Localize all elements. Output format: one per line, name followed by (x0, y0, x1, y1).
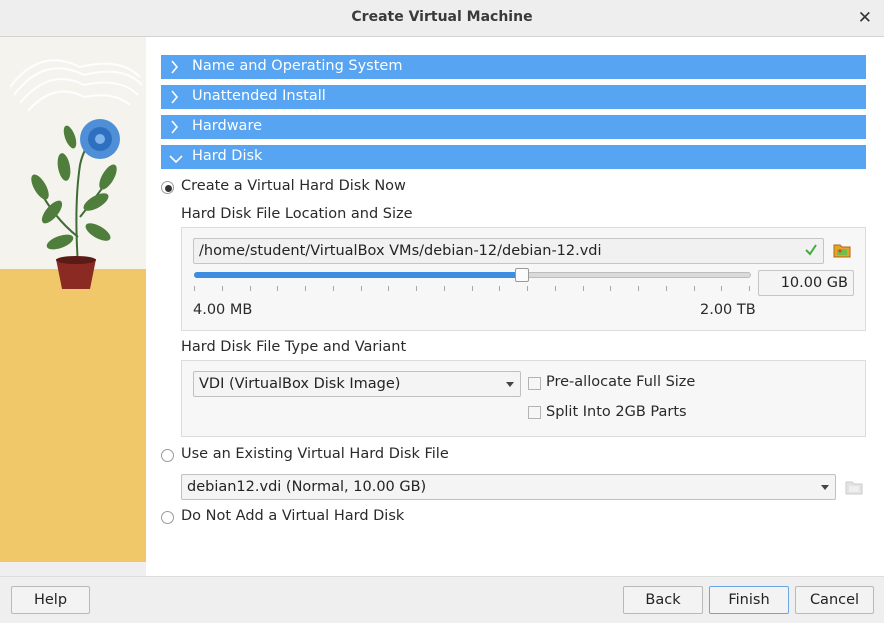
finish-button[interactable]: Finish (709, 586, 789, 614)
existing-disk-radio[interactable] (161, 449, 174, 462)
split-checkbox[interactable] (528, 406, 541, 419)
slider-tick (582, 286, 584, 291)
valid-check-icon (805, 243, 817, 261)
section-name-and-os[interactable]: Name and Operating System (161, 55, 866, 79)
existing-disk-select[interactable]: debian12.vdi (Normal, 10.00 GB) (181, 474, 836, 500)
section-label: Hard Disk (192, 148, 263, 164)
location-heading: Hard Disk File Location and Size (181, 206, 413, 222)
flower-pot-illustration (0, 37, 146, 562)
chevron-down-icon (169, 152, 183, 168)
slider-tick (277, 286, 279, 291)
slider-tick (665, 286, 667, 291)
slider-tick (610, 286, 612, 291)
split-label[interactable]: Split Into 2GB Parts (546, 404, 687, 420)
preallocate-checkbox[interactable] (528, 377, 541, 390)
slider-tick (221, 286, 223, 291)
slider-tick (749, 286, 750, 291)
slider-tick (499, 286, 501, 291)
slider-tick (360, 286, 362, 291)
chevron-right-icon (169, 60, 179, 78)
preallocate-label[interactable]: Pre-allocate Full Size (546, 374, 695, 390)
window-title: Create Virtual Machine (351, 9, 533, 25)
size-slider-ticks (194, 286, 751, 292)
slider-tick (721, 286, 723, 291)
slider-tick (305, 286, 306, 291)
chevron-right-icon (169, 90, 179, 108)
size-max-label: 2.00 TB (700, 302, 756, 318)
size-min-label: 4.00 MB (193, 302, 253, 318)
size-slider-fill (194, 272, 522, 278)
back-button[interactable]: Back (623, 586, 703, 614)
disk-type-select[interactable]: VDI (VirtualBox Disk Image) (193, 371, 521, 397)
slider-tick (471, 286, 473, 291)
title-bar: Create Virtual Machine ✕ (0, 0, 884, 37)
create-disk-label[interactable]: Create a Virtual Hard Disk Now (181, 178, 406, 194)
existing-disk-value: debian12.vdi (Normal, 10.00 GB) (187, 479, 427, 495)
close-icon[interactable]: ✕ (858, 8, 872, 28)
no-disk-label[interactable]: Do Not Add a Virtual Hard Disk (181, 508, 404, 524)
chevron-right-icon (169, 120, 179, 138)
section-label: Name and Operating System (192, 58, 403, 74)
slider-tick (194, 286, 195, 291)
slider-tick (638, 286, 639, 291)
slider-tick (249, 286, 251, 291)
existing-disk-label[interactable]: Use an Existing Virtual Hard Disk File (181, 446, 449, 462)
slider-tick (554, 286, 556, 291)
help-button[interactable]: Help (11, 586, 90, 614)
section-label: Unattended Install (192, 88, 326, 104)
type-heading: Hard Disk File Type and Variant (181, 339, 407, 355)
disk-path-value: /home/student/VirtualBox VMs/debian-12/d… (199, 243, 602, 259)
no-disk-radio[interactable] (161, 511, 174, 524)
disk-size-input[interactable]: 10.00 GB (758, 270, 854, 296)
chevron-down-icon (506, 382, 514, 387)
disk-size-value: 10.00 GB (780, 275, 848, 291)
section-hardware[interactable]: Hardware (161, 115, 866, 139)
slider-tick (693, 286, 695, 291)
slider-tick (443, 286, 445, 291)
chevron-down-icon (821, 485, 829, 490)
disk-path-field[interactable]: /home/student/VirtualBox VMs/debian-12/d… (193, 238, 824, 264)
slider-tick (527, 286, 528, 291)
section-label: Hardware (192, 118, 263, 134)
section-unattended-install[interactable]: Unattended Install (161, 85, 866, 109)
folder-open-icon[interactable] (832, 240, 852, 260)
disk-type-value: VDI (VirtualBox Disk Image) (199, 376, 401, 392)
folder-open-icon[interactable] (844, 477, 864, 497)
section-hard-disk[interactable]: Hard Disk (161, 145, 866, 169)
create-disk-radio[interactable] (161, 181, 174, 194)
slider-tick (332, 286, 334, 291)
slider-tick (416, 286, 417, 291)
cancel-button[interactable]: Cancel (795, 586, 874, 614)
size-slider-handle[interactable] (515, 268, 529, 282)
slider-tick (388, 286, 390, 291)
wizard-illustration (0, 37, 146, 562)
